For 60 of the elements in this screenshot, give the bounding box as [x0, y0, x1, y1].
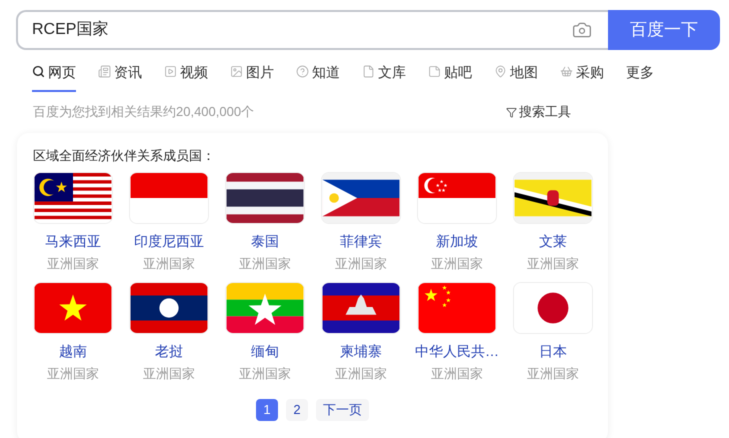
result-count: 百度为您找到相关结果约20,400,000个	[33, 103, 256, 122]
search-tab[interactable]: 更多	[626, 62, 654, 92]
news-icon	[98, 65, 111, 78]
search-tab[interactable]: 地图	[494, 62, 538, 92]
country-name[interactable]: 日本	[539, 340, 567, 362]
country-category: 亚洲国家	[143, 364, 195, 382]
country-name[interactable]: 菲律宾	[340, 231, 382, 252]
page-button[interactable]: 2	[286, 399, 308, 421]
country-name[interactable]: 缅甸	[251, 340, 279, 362]
question-icon	[296, 65, 309, 78]
country-category: 亚洲国家	[47, 364, 99, 382]
country-category: 亚洲国家	[239, 364, 291, 382]
country-name[interactable]: 越南	[59, 340, 87, 362]
country-name[interactable]: 文莱	[539, 231, 567, 252]
search-tab[interactable]: 视频	[164, 62, 208, 92]
search-tab[interactable]: 图片	[230, 62, 274, 92]
filter-icon	[506, 106, 517, 118]
flag-icon[interactable]	[321, 282, 401, 334]
document-icon	[362, 65, 375, 78]
flag-icon[interactable]	[129, 282, 209, 334]
search-tools-button[interactable]: 搜索工具	[506, 102, 571, 122]
flag-icon[interactable]	[33, 172, 113, 224]
page-button[interactable]: 1	[256, 399, 278, 421]
search-icon	[32, 65, 45, 78]
country-category: 亚洲国家	[431, 255, 483, 273]
country-name[interactable]: 老挝	[155, 340, 183, 362]
country-category: 亚洲国家	[431, 364, 483, 382]
image-icon	[230, 65, 243, 78]
country-category: 亚洲国家	[239, 255, 291, 273]
note-icon	[428, 65, 441, 78]
search-button[interactable]: 百度一下	[608, 10, 720, 50]
country-category: 亚洲国家	[143, 255, 195, 273]
map-pin-icon	[494, 65, 507, 78]
search-tab[interactable]: 资讯	[98, 62, 142, 92]
search-tab[interactable]: 采购	[560, 62, 604, 92]
search-tab[interactable]: 贴吧	[428, 62, 472, 92]
country-category: 亚洲国家	[527, 255, 579, 273]
country-name[interactable]: 泰国	[251, 231, 279, 252]
search-tab[interactable]: 网页	[32, 62, 76, 92]
country-name[interactable]: 印度尼西亚	[134, 231, 204, 252]
search-tab[interactable]: 文库	[362, 62, 406, 92]
play-icon	[164, 65, 177, 78]
flag-icon[interactable]	[225, 172, 305, 224]
search-query: RCEP国家	[32, 20, 110, 40]
card-title: 区域全面经济伙伴关系成员国：	[33, 147, 216, 165]
basket-icon	[560, 65, 573, 78]
country-category: 亚洲国家	[527, 364, 579, 382]
flag-icon[interactable]	[513, 172, 593, 224]
country-category: 亚洲国家	[47, 255, 99, 273]
page-button[interactable]: 下一页	[316, 399, 369, 421]
country-category: 亚洲国家	[335, 364, 387, 382]
country-category: 亚洲国家	[335, 255, 387, 273]
search-field[interactable]: RCEP国家	[16, 10, 608, 50]
country-name[interactable]: 马来西亚	[45, 231, 101, 252]
camera-icon[interactable]	[572, 20, 592, 40]
country-name[interactable]: 中华人民共…	[415, 340, 499, 362]
flag-icon[interactable]	[321, 172, 401, 224]
country-name[interactable]: 新加坡	[436, 231, 478, 252]
search-tab[interactable]: 知道	[296, 62, 340, 92]
country-name[interactable]: 柬埔寨	[340, 340, 382, 362]
